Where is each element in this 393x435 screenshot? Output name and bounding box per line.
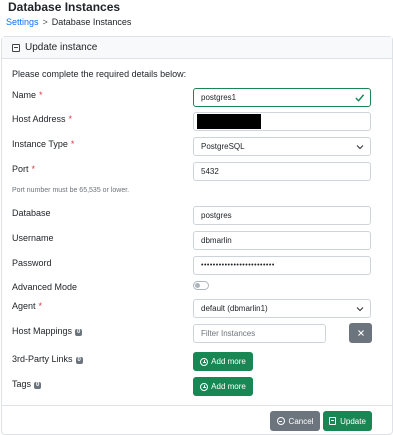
host-address-input[interactable] [193,112,371,131]
filter-instances-input[interactable]: Filter Instances [193,324,326,343]
host-mappings-label: Host Mappings 0 [12,326,83,336]
name-label: Name * [12,90,43,100]
required-marker: * [31,164,36,174]
form-intro-text: Please complete the required details bel… [12,69,187,79]
update-button[interactable]: Update [323,411,372,431]
add-tag-button[interactable]: Add more [193,377,253,396]
check-icon [355,94,365,102]
breadcrumb-current: Database Instances [51,17,132,27]
breadcrumb: Settings > Database Instances [6,16,131,28]
card-header[interactable]: Update instance [2,37,392,59]
update-instance-card: Update instance Please complete the requ… [1,36,393,435]
toggle-knob [195,283,200,288]
tags-label: Tags 0 [12,379,42,389]
chevron-down-icon [356,145,364,150]
name-input[interactable]: postgres1 [193,88,371,107]
cancel-icon [276,417,285,425]
breadcrumb-separator: > [42,17,48,27]
instance-type-select[interactable]: PostgreSQL [193,137,371,156]
card-title: Update instance [25,42,98,53]
count-badge: 0 [75,329,83,336]
agent-label: Agent * [12,301,43,311]
username-label: Username [12,233,54,243]
password-input[interactable]: ••••••••••••••••••••••••• [193,256,371,275]
footer-divider [2,405,392,406]
clear-filter-button[interactable] [349,323,372,343]
required-marker: * [39,90,43,100]
breadcrumb-settings-link[interactable]: Settings [6,16,39,28]
instance-type-label: Instance Type * [12,139,75,149]
plus-circle-icon [200,382,209,391]
database-label: Database [12,208,51,218]
add-third-party-link-button[interactable]: Add more [193,352,253,371]
host-address-label: Host Address * [12,114,73,124]
third-party-links-label: 3rd-Party Links 0 [12,354,83,364]
required-marker: * [70,139,75,149]
port-input[interactable]: 5432 [193,162,371,181]
required-marker: * [68,114,73,124]
close-icon [357,330,364,336]
count-badge: 0 [34,382,42,389]
redacted-host-address [197,114,261,129]
count-badge: 0 [75,357,83,364]
plus-circle-icon [200,357,209,366]
page-title: Database Instances [8,0,121,14]
cancel-button[interactable]: Cancel [270,411,320,431]
database-input[interactable]: postgres [193,206,371,225]
advanced-mode-label: Advanced Mode [12,282,78,292]
username-input[interactable]: dbmarlin [193,231,371,250]
port-hint: Port number must be 65,535 or lower. [12,187,130,194]
save-icon [329,417,337,425]
chevron-down-icon [356,307,364,312]
agent-select[interactable]: default (dbmarlin1) [193,299,371,318]
password-label: Password [12,258,52,268]
advanced-mode-toggle[interactable] [193,281,209,290]
port-label: Port * [12,164,36,174]
required-marker: * [38,301,43,311]
collapse-icon[interactable] [12,43,20,52]
